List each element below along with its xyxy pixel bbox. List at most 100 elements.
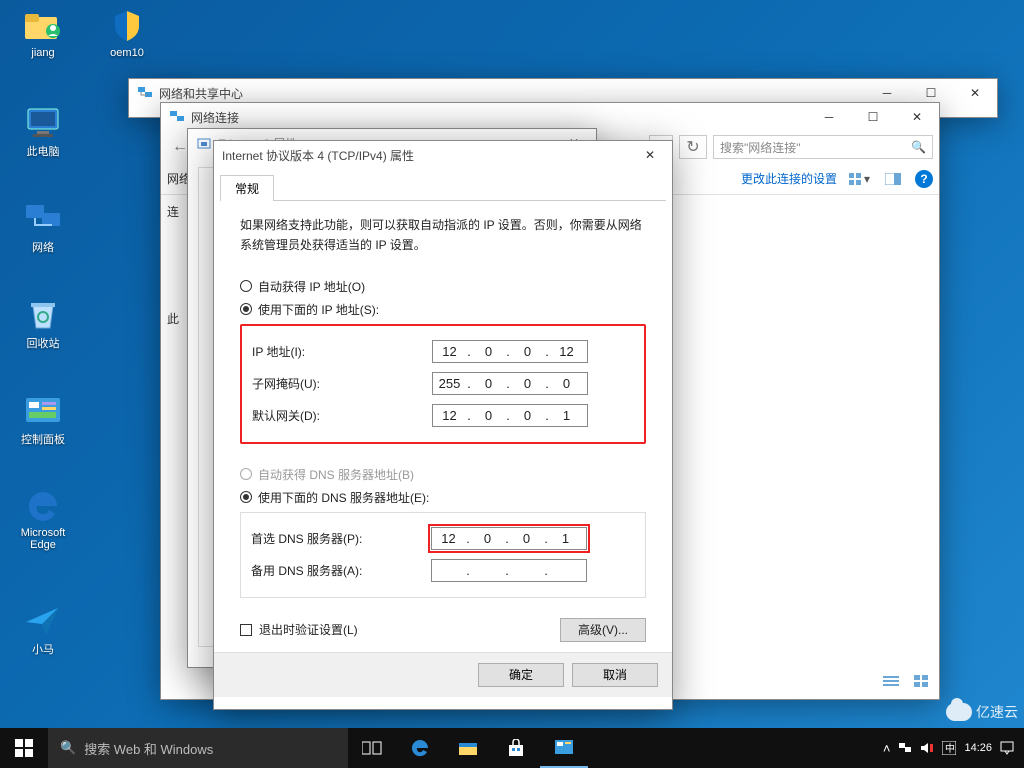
advanced-button[interactable]: 高级(V)... bbox=[560, 618, 646, 642]
start-button[interactable] bbox=[0, 728, 48, 768]
taskbar[interactable]: 🔍 搜索 Web 和 Windows ˄ 中 14:26 bbox=[0, 728, 1024, 768]
dialog-title: Internet 协议版本 4 (TCP/IPv4) 属性 bbox=[222, 147, 628, 164]
desktop-icon-label: Microsoft Edge bbox=[8, 527, 78, 551]
recycle-bin-icon bbox=[23, 296, 63, 332]
search-icon: 🔍 bbox=[911, 140, 926, 154]
desktop-icon-label: jiang bbox=[8, 47, 78, 59]
input-preferred-dns[interactable]: 12. 0. 0. 1 bbox=[431, 527, 587, 550]
search-box[interactable]: 搜索"网络连接" 🔍 bbox=[713, 135, 933, 159]
cancel-button[interactable]: 取消 bbox=[572, 663, 658, 687]
network-icon bbox=[23, 200, 63, 236]
titlebar[interactable]: Internet 协议版本 4 (TCP/IPv4) 属性 ✕ bbox=[214, 141, 672, 169]
desktop-icon-edge[interactable]: Microsoft Edge bbox=[8, 488, 78, 551]
tab-general[interactable]: 常规 bbox=[220, 175, 274, 201]
input-alternate-dns[interactable]: . . . bbox=[431, 559, 587, 582]
desktop-icon-label: oem10 bbox=[92, 47, 162, 59]
minimize-button[interactable]: ─ bbox=[807, 103, 851, 131]
desktop-icon-oem10[interactable]: oem10 bbox=[92, 8, 162, 59]
desktop-icon-xiaoma[interactable]: 小马 bbox=[8, 602, 78, 657]
radio-label: 自动获得 IP 地址(O) bbox=[258, 278, 365, 295]
ok-button[interactable]: 确定 bbox=[478, 663, 564, 687]
window-title: 网络和共享中心 bbox=[159, 85, 865, 102]
label-subnet-mask: 子网掩码(U): bbox=[252, 375, 432, 392]
input-ip-address[interactable]: 12. 0. 0. 12 bbox=[432, 340, 588, 363]
maximize-button[interactable]: ☐ bbox=[851, 103, 895, 131]
watermark: 亿速云 bbox=[946, 702, 1018, 722]
taskbar-app-edge[interactable] bbox=[396, 728, 444, 768]
help-button[interactable]: ? bbox=[915, 170, 933, 188]
tray-volume-icon[interactable] bbox=[920, 742, 934, 754]
status-bar-view-icons bbox=[879, 669, 933, 693]
label-gateway: 默认网关(D): bbox=[252, 407, 432, 424]
folder-user-icon bbox=[23, 8, 63, 44]
search-icon: 🔍 bbox=[60, 740, 76, 756]
desktop-icon-network[interactable]: 网络 bbox=[8, 200, 78, 255]
radio-label: 使用下面的 IP 地址(S): bbox=[258, 301, 379, 318]
description-text: 如果网络支持此功能，则可以获取自动指派的 IP 设置。否则，你需要从网络系统管理… bbox=[240, 215, 646, 256]
large-icons-view-icon[interactable] bbox=[909, 669, 933, 693]
network-share-icon bbox=[137, 85, 153, 101]
dialog-body: 如果网络支持此功能，则可以获取自动指派的 IP 设置。否则，你需要从网络系统管理… bbox=[214, 201, 672, 652]
refresh-button[interactable]: ↻ bbox=[679, 135, 707, 159]
checkbox-validate-on-exit[interactable]: 退出时验证设置(L) bbox=[240, 621, 358, 638]
titlebar[interactable]: 网络连接 ─ ☐ ✕ bbox=[161, 103, 939, 131]
watermark-text: 亿速云 bbox=[976, 702, 1018, 722]
task-view-button[interactable] bbox=[348, 728, 396, 768]
input-subnet-mask[interactable]: 255. 0. 0. 0 bbox=[432, 372, 588, 395]
system-tray[interactable]: ˄ 中 14:26 bbox=[873, 741, 1024, 756]
taskbar-app-explorer[interactable] bbox=[444, 728, 492, 768]
close-button[interactable]: ✕ bbox=[895, 103, 939, 131]
label-preferred-dns: 首选 DNS 服务器(P): bbox=[251, 530, 431, 547]
input-default-gateway[interactable]: 12. 0. 0. 1 bbox=[432, 404, 588, 427]
search-placeholder: 搜索"网络连接" bbox=[720, 139, 801, 156]
tray-chevron-up-icon[interactable]: ˄ bbox=[883, 741, 891, 756]
search-placeholder: 搜索 Web 和 Windows bbox=[84, 739, 213, 758]
close-button[interactable]: ✕ bbox=[953, 79, 997, 107]
cloud-icon bbox=[946, 703, 972, 721]
desktop-icon-this-pc[interactable]: 此电脑 bbox=[8, 104, 78, 159]
taskbar-search[interactable]: 🔍 搜索 Web 和 Windows bbox=[48, 728, 348, 768]
taskbar-app-store[interactable] bbox=[492, 728, 540, 768]
desktop-icon-control-panel[interactable]: 控制面板 bbox=[8, 392, 78, 447]
dialog-footer: 确定 取消 bbox=[214, 652, 672, 697]
tray-clock[interactable]: 14:26 bbox=[964, 742, 992, 754]
tray-network-icon[interactable] bbox=[898, 742, 912, 754]
details-view-icon[interactable] bbox=[879, 669, 903, 693]
tray-ime-icon[interactable]: 中 bbox=[942, 741, 956, 755]
dialog-tcpip-properties[interactable]: Internet 协议版本 4 (TCP/IPv4) 属性 ✕ 常规 如果网络支… bbox=[213, 140, 673, 710]
paper-plane-icon bbox=[23, 602, 63, 638]
radio-icon-selected bbox=[240, 491, 252, 503]
computer-icon bbox=[23, 104, 63, 140]
label-ip: IP 地址(I): bbox=[252, 343, 432, 360]
desktop-icon-label: 控制面板 bbox=[8, 431, 78, 447]
network-connections-icon bbox=[169, 109, 185, 125]
tray-notifications-icon[interactable] bbox=[1000, 741, 1014, 755]
desktop-icon-user-jiang[interactable]: jiang bbox=[8, 8, 78, 59]
preview-pane-button[interactable] bbox=[881, 167, 905, 191]
radio-static-dns[interactable]: 使用下面的 DNS 服务器地址(E): bbox=[240, 489, 646, 506]
taskbar-app-control-panel-active[interactable] bbox=[540, 728, 588, 768]
desktop-icon-recycle-bin[interactable]: 回收站 bbox=[8, 296, 78, 351]
change-connection-settings-link[interactable]: 更改此连接的设置 bbox=[741, 170, 837, 187]
taskbar-pinned-apps bbox=[348, 728, 588, 768]
radio-auto-dns: 自动获得 DNS 服务器地址(B) bbox=[240, 466, 646, 483]
ethernet-icon bbox=[196, 135, 212, 151]
shield-icon bbox=[107, 8, 147, 44]
checkbox-icon bbox=[240, 624, 252, 636]
edge-icon bbox=[23, 488, 63, 524]
control-panel-icon bbox=[23, 392, 63, 428]
close-button[interactable]: ✕ bbox=[628, 141, 672, 169]
tab-strip: 常规 bbox=[220, 175, 666, 201]
radio-auto-ip[interactable]: 自动获得 IP 地址(O) bbox=[240, 278, 646, 295]
desktop-icon-label: 网络 bbox=[8, 239, 78, 255]
radio-icon bbox=[240, 280, 252, 292]
checkbox-label: 退出时验证设置(L) bbox=[259, 621, 358, 638]
radio-static-ip[interactable]: 使用下面的 IP 地址(S): bbox=[240, 301, 646, 318]
view-options-button[interactable]: ▾ bbox=[847, 167, 871, 191]
desktop-icon-label: 小马 bbox=[8, 641, 78, 657]
desktop-icon-label: 回收站 bbox=[8, 335, 78, 351]
radio-label: 自动获得 DNS 服务器地址(B) bbox=[258, 466, 414, 483]
desktop-icon-label: 此电脑 bbox=[8, 143, 78, 159]
radio-label: 使用下面的 DNS 服务器地址(E): bbox=[258, 489, 429, 506]
svg-text:中: 中 bbox=[945, 742, 955, 755]
